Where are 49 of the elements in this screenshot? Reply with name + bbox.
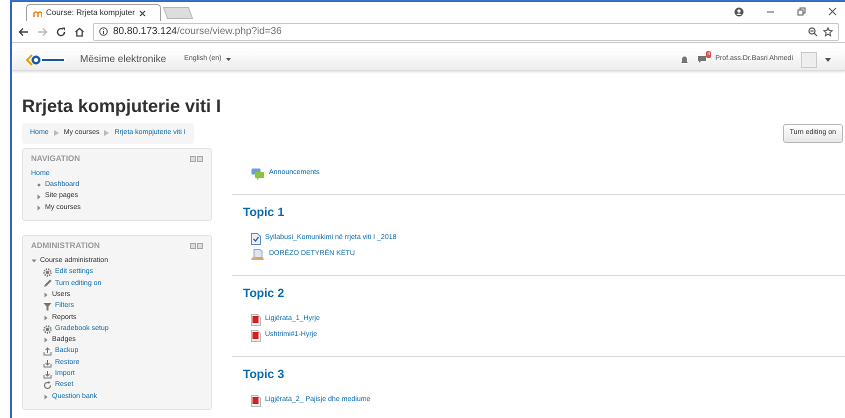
close-icon[interactable] xyxy=(828,6,837,16)
speech-bubble-icon xyxy=(697,55,708,64)
upload-icon xyxy=(43,347,52,356)
pencil-icon xyxy=(43,279,52,288)
restore-icon[interactable] xyxy=(797,6,806,16)
page-title: Rrjeta kompjuterie viti I xyxy=(22,95,222,118)
site-name[interactable]: Mësime elektronike xyxy=(80,52,166,67)
expand-arrow-icon xyxy=(43,314,49,321)
gear-icon xyxy=(43,268,52,278)
gear-icon xyxy=(43,324,52,334)
info-icon[interactable] xyxy=(99,27,108,36)
expand-arrow-icon xyxy=(43,394,49,400)
expand-arrow-icon xyxy=(43,292,49,298)
zoom-icon[interactable] xyxy=(808,26,818,36)
forum-icon xyxy=(251,168,265,180)
download-icon xyxy=(43,370,52,379)
elearning-logo-icon xyxy=(26,54,66,66)
assignment-icon xyxy=(251,248,265,260)
block-title: ADMINISTRATION xyxy=(31,240,100,252)
close-icon[interactable] xyxy=(138,10,146,16)
star-icon[interactable] xyxy=(823,26,833,36)
bell-icon[interactable] xyxy=(680,55,690,64)
separator-icon xyxy=(104,130,110,136)
address-field[interactable]: 80.80.173.124/course/view.php?id=36 xyxy=(93,22,839,40)
page-icon xyxy=(251,232,261,244)
collapse-arrow-icon xyxy=(31,258,37,264)
pdf-icon xyxy=(251,330,261,342)
filter-icon xyxy=(43,302,52,312)
separator-icon xyxy=(54,130,59,136)
caret-icon[interactable] xyxy=(825,58,831,62)
download-icon xyxy=(43,358,52,368)
back-icon[interactable] xyxy=(18,26,29,36)
pdf-icon xyxy=(251,314,261,326)
topic-heading: Topic 1 xyxy=(243,204,286,220)
block-title: NAVIGATION xyxy=(31,152,80,164)
profile-icon[interactable] xyxy=(734,6,744,16)
caret-icon[interactable] xyxy=(226,58,231,61)
reload-icon[interactable] xyxy=(56,26,66,36)
browser-tab[interactable]: Course: Rrjeta kompjuter xyxy=(26,4,161,21)
url-text: 80.80.173.124/course/view.php?id=36 xyxy=(113,25,282,39)
expand-arrow-icon xyxy=(43,337,49,344)
topic-heading: Topic 2 xyxy=(243,284,286,302)
bullet-icon xyxy=(36,182,42,188)
topic-heading: Topic 3 xyxy=(243,366,286,382)
reset-icon xyxy=(43,381,52,390)
moodle-logo-icon xyxy=(33,9,42,17)
home-icon[interactable] xyxy=(74,26,85,36)
tab-title: Course: Rrjeta kompjuter xyxy=(46,7,135,19)
pdf-icon xyxy=(251,394,261,406)
